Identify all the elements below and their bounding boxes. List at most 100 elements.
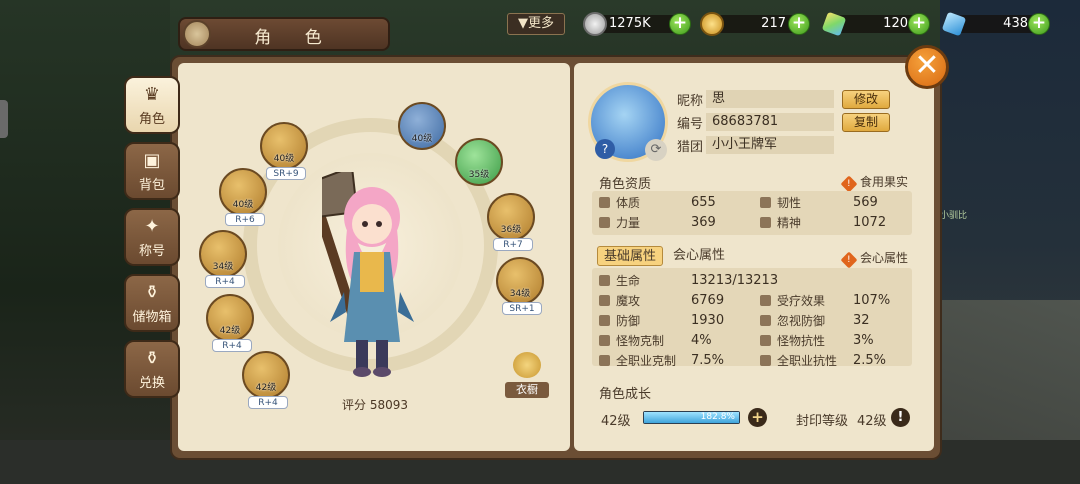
equipment-slot-belt[interactable]: 42级 R+4 [206,294,254,352]
stat-value-spirit: 1072 [853,215,887,230]
add-exp-button[interactable]: + [748,408,767,427]
stat-value-hp: 13213/13213 [691,273,779,288]
enhance-badge: R+4 [248,396,288,409]
stat-value-ignore-defense: 32 [853,313,870,328]
shield-icon [599,315,610,326]
equipment-slot-gloves[interactable]: 34级 SR+1 [496,257,544,315]
armor-icon: ♛ [143,84,161,105]
stat-value-magic-attack: 6769 [691,293,725,308]
enhance-badge: R+4 [205,275,245,288]
title-icon: ✦ [144,216,160,237]
exp-progress-bar: 182.8% [643,411,740,424]
gold-coin-icon [700,12,724,36]
seal-level-value: 42级 [857,414,887,429]
backpack-icon: ▣ [143,150,161,171]
tab-crit-attributes[interactable]: 会心属性 [666,246,732,266]
pierce-icon [760,315,771,326]
stat-value-class-counter: 7.5% [691,353,725,366]
stat-value-monster-resist: 3% [853,333,874,348]
guild-value: 小小王牌军 [706,136,834,154]
equipment-slot-boots[interactable]: 42级 R+4 [242,351,290,409]
exp-progress-text: 182.8% [700,412,735,422]
sidebar-item-character[interactable]: ♛ 角色 [124,76,180,134]
id-label: 编号 [677,117,704,132]
equipment-slot-armor[interactable]: 40级 R+6 [219,168,267,226]
equipment-slot-weapon[interactable]: 40级 SR+9 [260,122,308,180]
heart-icon [599,275,610,286]
sidebar-item-backpack[interactable]: ▣ 背包 [124,142,180,200]
enhance-badge: R+4 [212,339,252,352]
sidebar-item-title[interactable]: ✦ 称号 [124,208,180,266]
sidebar-item-label: 背包 [138,178,165,193]
stat-label-class-resist: 全职业抗性 [760,352,837,366]
add-silver-button[interactable]: + [669,13,691,35]
stat-label-defense: 防御 [599,312,640,330]
stat-label-monster-counter: 怪物克制 [599,332,664,350]
nickname-label: 昵称 [677,94,704,109]
currency-gold: 217 + [700,12,810,36]
enhance-badge: R+7 [493,238,533,251]
close-button[interactable]: ✕ [905,45,949,89]
stat-value-healing-received: 107% [853,293,891,308]
enhance-badge: R+6 [225,213,265,226]
sidebar-item-exchange[interactable]: ⚱ 兑换 [124,340,180,398]
refresh-icon[interactable]: ⟳ [645,139,667,161]
spirit-icon [760,217,771,228]
seal-level-label: 封印等级 [796,414,849,429]
sidebar-item-label: 兑换 [138,376,165,391]
tab-basic-attributes[interactable]: 基础属性 [597,246,663,266]
character-level: 42级 [601,414,631,429]
growth-title: 角色成长 [599,387,652,402]
crit-attributes-link[interactable]: ! 会心属性 [840,249,908,269]
sidebar-item-label: 称号 [138,244,165,259]
player-portrait[interactable]: ? ⟳ [588,82,668,162]
copy-id-button[interactable]: 复制 [842,113,890,132]
aptitude-title: 角色资质 [599,177,652,192]
stat-value-strength: 369 [691,215,716,230]
nickname-value: 思 [706,90,834,108]
equipment-slot-shoulder[interactable]: 36级 R+7 [487,193,535,251]
wardrobe-button[interactable]: 衣橱 [505,352,549,398]
equipment-slot-orb[interactable]: 40级 [398,102,446,150]
equipment-slot-pet[interactable]: 35级 [455,138,503,186]
add-crystal-button[interactable]: + [908,13,930,35]
alert-icon: ! [840,251,858,269]
silver-coin-icon [583,12,607,36]
character-avatar[interactable] [322,172,422,382]
add-diamond-button[interactable]: + [1028,13,1050,35]
monster-counter-icon [599,335,610,346]
attributes-scroll-clip[interactable]: 全职业克制 7.5% 全职业抗性 2.5% [592,350,912,366]
stat-label-class-counter: 全职业克制 [599,352,676,366]
enhance-badge: SR+9 [266,167,306,180]
strength-icon [599,217,610,228]
stat-label-hp: 生命 [599,272,640,290]
add-gold-button[interactable]: + [788,13,810,35]
page-title: 角 色 [254,28,336,48]
sidebar-item-label: 角色 [138,112,165,127]
healing-icon [760,295,771,306]
edit-nickname-button[interactable]: 修改 [842,90,890,109]
screen-edge-handle[interactable] [0,100,8,138]
sidebar-item-storage[interactable]: ⚱ 储物箱 [124,274,180,332]
class-counter-icon [599,355,610,366]
equipment-slot-helmet[interactable]: 34级 R+4 [199,230,247,288]
combat-score: 评分 58093 [341,398,409,412]
stat-label-strength: 力量 [599,214,640,232]
world-npc-label: 小驯比 [940,211,968,221]
more-menu-button[interactable]: ▼更多 [507,13,565,35]
currency-diamond: 438 + [941,11,1052,37]
storage-icon: ⚱ [144,282,160,303]
alert-icon: ! [840,175,858,193]
stat-value-constitution: 655 [691,195,716,210]
sidebar-item-label: 储物箱 [132,310,172,325]
exchange-icon: ⚱ [144,348,160,369]
stat-label-spirit: 精神 [760,214,801,232]
player-id-value: 68683781 [706,113,834,131]
stat-value-monster-counter: 4% [691,333,712,348]
currency-silver: 1275K + [583,12,691,36]
stat-label-magic-attack: 魔攻 [599,292,640,310]
seal-info-icon[interactable]: ! [891,408,910,427]
emblem-icon [183,20,211,48]
eat-fruit-link[interactable]: ! 食用果实 [840,173,908,193]
help-icon[interactable]: ? [595,139,615,159]
